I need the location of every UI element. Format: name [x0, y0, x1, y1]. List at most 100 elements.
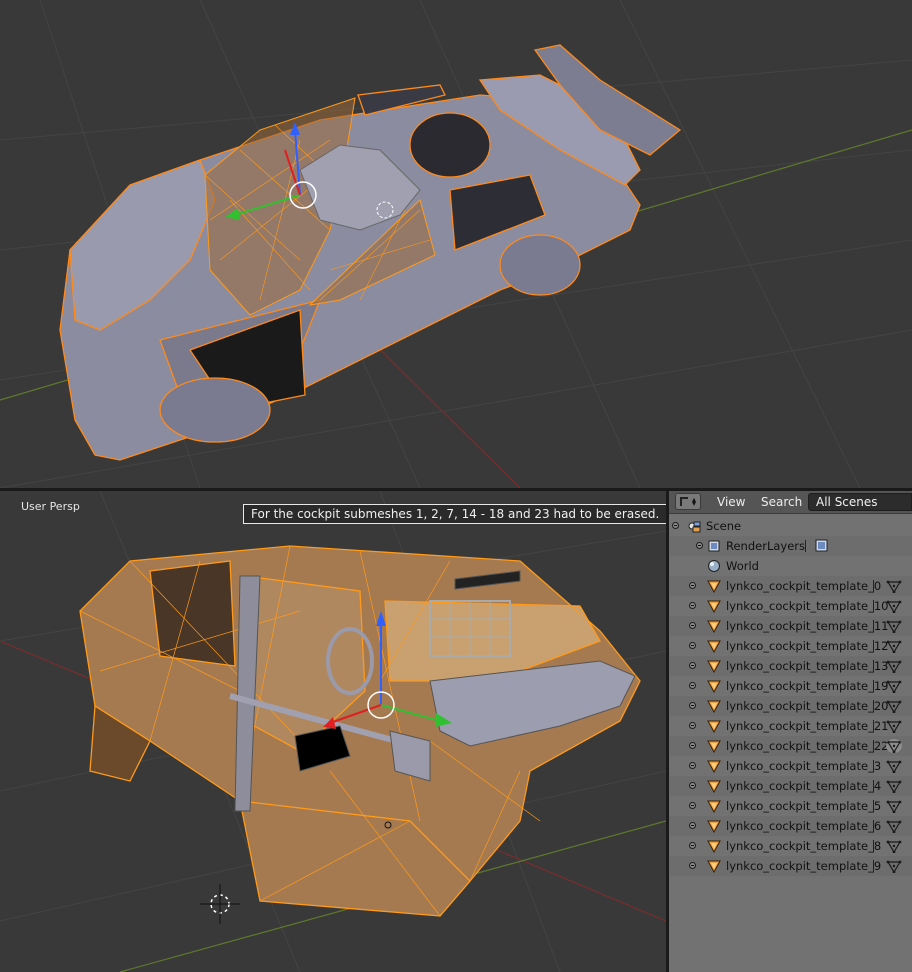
tree-row-object[interactable]: lynkco_cockpit_template_19 [669, 676, 912, 696]
outliner-panel: ▴ ▾ View Search All Scenes Scene RenderLa… [669, 491, 912, 972]
mesh-data-icon[interactable] [886, 679, 902, 693]
mesh-data-icon[interactable] [886, 779, 902, 793]
separator [873, 580, 874, 592]
mesh-object-icon [707, 620, 721, 633]
tree-row-object[interactable]: lynkco_cockpit_template_13 [669, 656, 912, 676]
render-layers-label: RenderLayers [726, 539, 805, 553]
tree-row-scene[interactable]: Scene [669, 516, 912, 536]
expand-toggle[interactable] [689, 822, 696, 829]
tree-row-object[interactable]: lynkco_cockpit_template_6 [669, 816, 912, 836]
render-layer-icon[interactable] [814, 539, 830, 553]
mesh-object-icon [707, 840, 721, 853]
expand-toggle[interactable] [689, 662, 696, 669]
mesh-data-icon[interactable] [886, 839, 902, 853]
expand-toggle[interactable] [689, 762, 696, 769]
separator [873, 680, 874, 692]
tree-row-object[interactable]: lynkco_cockpit_template_22 [669, 736, 912, 756]
editor-type-button[interactable]: ▴ ▾ [675, 493, 701, 510]
mesh-data-icon[interactable] [886, 859, 902, 873]
menu-search[interactable]: Search [761, 495, 802, 509]
separator [873, 700, 874, 712]
expand-toggle[interactable] [696, 542, 703, 549]
object-label: lynkco_cockpit_template_21 [726, 719, 889, 733]
collapse-toggle[interactable] [672, 522, 679, 529]
tree-row-world[interactable]: World [669, 556, 912, 576]
mesh-object-icon [707, 740, 721, 753]
mesh-data-icon[interactable] [886, 599, 902, 613]
3d-cursor [200, 884, 240, 924]
tree-row-object[interactable]: lynkco_cockpit_template_20 [669, 696, 912, 716]
separator [873, 800, 874, 812]
mesh-data-icon[interactable] [886, 699, 902, 713]
mesh-data-icon[interactable] [886, 719, 902, 733]
world-icon [708, 560, 720, 572]
mesh-data-icon[interactable] [886, 619, 902, 633]
expand-toggle[interactable] [689, 862, 696, 869]
tree-row-object[interactable]: lynkco_cockpit_template_12 [669, 636, 912, 656]
expand-toggle[interactable] [689, 622, 696, 629]
viewport-top[interactable] [0, 0, 912, 488]
tree-row-object[interactable]: lynkco_cockpit_template_5 [669, 796, 912, 816]
menu-view[interactable]: View [717, 495, 745, 509]
mesh-object-icon [707, 680, 721, 693]
tree-row-object[interactable]: lynkco_cockpit_template_21 [669, 716, 912, 736]
separator [873, 780, 874, 792]
object-label: lynkco_cockpit_template_13 [726, 659, 889, 673]
expand-toggle[interactable] [689, 642, 696, 649]
mesh-object-icon [707, 760, 721, 773]
object-label: lynkco_cockpit_template_4 [726, 779, 882, 793]
tree-row-object[interactable]: lynkco_cockpit_template_10 [669, 596, 912, 616]
chevron-updown-icon: ▴ ▾ [692, 495, 697, 508]
outliner-empty-area [669, 914, 912, 972]
object-label: lynkco_cockpit_template_5 [726, 799, 882, 813]
tree-row-object[interactable]: lynkco_cockpit_template_8 [669, 836, 912, 856]
mesh-data-icon[interactable] [886, 799, 902, 813]
tree-row-object[interactable]: lynkco_cockpit_template_4 [669, 776, 912, 796]
tree-row-render-layers[interactable]: RenderLayers [669, 536, 912, 556]
mesh-object-icon [707, 700, 721, 713]
mesh-data-icon[interactable] [886, 639, 902, 653]
expand-toggle[interactable] [689, 722, 696, 729]
separator [873, 600, 874, 612]
mesh-object-icon [707, 660, 721, 673]
scene-label: Scene [706, 519, 742, 533]
expand-toggle[interactable] [689, 782, 696, 789]
annotation-note: For the cockpit submeshes 1, 2, 7, 14 - … [243, 504, 666, 524]
expand-toggle[interactable] [689, 702, 696, 709]
object-label: lynkco_cockpit_template_20 [726, 699, 889, 713]
render-layers-icon [708, 540, 720, 552]
mesh-object-icon [707, 640, 721, 653]
expand-toggle[interactable] [689, 682, 696, 689]
mesh-data-icon[interactable] [886, 739, 902, 753]
display-mode-select[interactable]: All Scenes [808, 493, 912, 511]
expand-toggle[interactable] [689, 602, 696, 609]
separator [873, 720, 874, 732]
mesh-object-icon [707, 580, 721, 593]
separator [805, 540, 806, 552]
tree-row-object[interactable]: lynkco_cockpit_template_9 [669, 856, 912, 876]
separator [873, 860, 874, 872]
expand-toggle[interactable] [689, 842, 696, 849]
mesh-object-icon [707, 600, 721, 613]
mesh-object-icon [707, 860, 721, 873]
mesh-data-icon[interactable] [886, 819, 902, 833]
expand-toggle[interactable] [689, 742, 696, 749]
tree-row-object[interactable]: lynkco_cockpit_template_0 [669, 576, 912, 596]
expand-toggle[interactable] [689, 802, 696, 809]
outliner-tree: Scene RenderLayers World lynkco_cockpit_… [669, 514, 912, 914]
mesh-data-icon[interactable] [886, 759, 902, 773]
tree-row-object[interactable]: lynkco_cockpit_template_11 [669, 616, 912, 636]
viewport-bottom[interactable]: User Persp For the cockpit submeshes 1, … [0, 491, 666, 972]
separator [873, 760, 874, 772]
object-label: lynkco_cockpit_template_22 [726, 739, 889, 753]
separator [873, 820, 874, 832]
mesh-data-icon[interactable] [886, 579, 902, 593]
expand-toggle[interactable] [689, 582, 696, 589]
tree-row-object[interactable]: lynkco_cockpit_template_3 [669, 756, 912, 776]
object-label: lynkco_cockpit_template_3 [726, 759, 882, 773]
mesh-data-icon[interactable] [886, 659, 902, 673]
outliner-header: ▴ ▾ View Search All Scenes [669, 491, 912, 514]
mesh-object-icon [707, 720, 721, 733]
view-perspective-label: User Persp [21, 500, 80, 513]
viewport-top-scene [0, 0, 912, 488]
